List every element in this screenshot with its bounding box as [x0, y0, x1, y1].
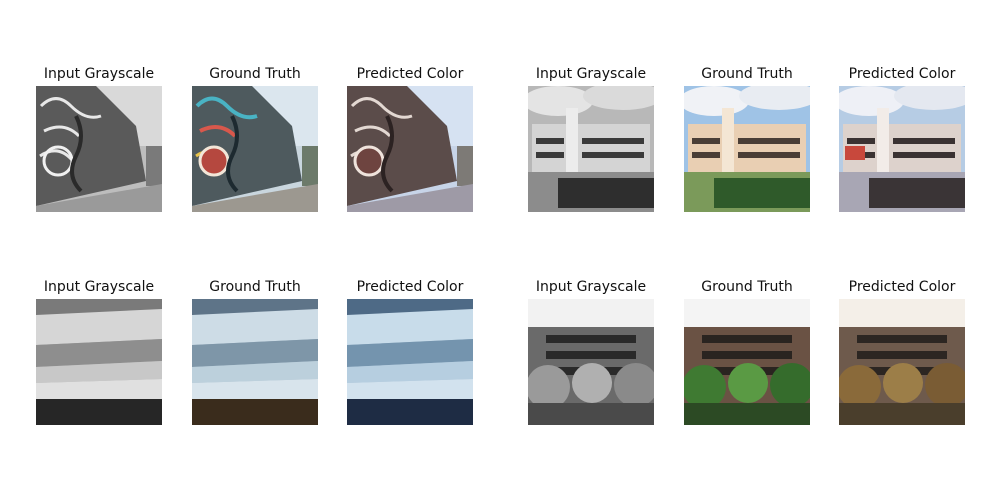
- image-glacier-ground-truth: [192, 299, 318, 425]
- image-hall-predicted: [839, 86, 965, 212]
- panel-title: Input Grayscale: [43, 66, 155, 82]
- image-hall-ground-truth: [684, 86, 810, 212]
- panel-title: Predicted Color: [356, 279, 464, 295]
- panel-title: Predicted Color: [848, 66, 956, 82]
- image-mural-predicted: [347, 86, 473, 212]
- image-apartment-predicted: [839, 299, 965, 425]
- panel-title: Ground Truth: [701, 279, 793, 295]
- panel-title: Input Grayscale: [535, 279, 647, 295]
- image-hall-grayscale: [528, 86, 654, 212]
- image-apartment-ground-truth: [684, 299, 810, 425]
- panel-title: Ground Truth: [701, 66, 793, 82]
- image-glacier-grayscale: [36, 299, 162, 425]
- image-apartment-grayscale: [528, 299, 654, 425]
- panel-title: Ground Truth: [209, 66, 301, 82]
- image-mural-ground-truth: [192, 86, 318, 212]
- panel-title: Input Grayscale: [43, 279, 155, 295]
- panel-title: Input Grayscale: [535, 66, 647, 82]
- image-glacier-predicted: [347, 299, 473, 425]
- panel-title: Predicted Color: [356, 66, 464, 82]
- panel-title: Predicted Color: [848, 279, 956, 295]
- panel-title: Ground Truth: [209, 279, 301, 295]
- image-mural-grayscale: [36, 86, 162, 212]
